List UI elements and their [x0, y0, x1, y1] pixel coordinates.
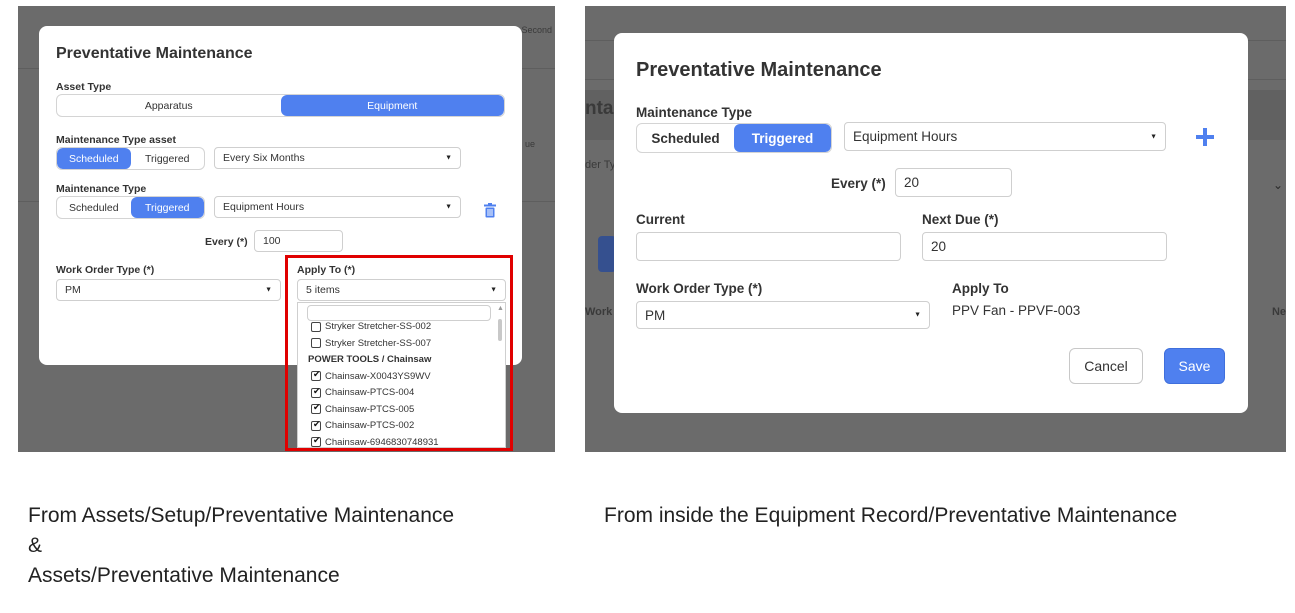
- background-text: der Ty: [585, 159, 616, 171]
- scheduled-option[interactable]: Scheduled: [637, 124, 734, 152]
- highlight-box: [285, 255, 513, 451]
- trigger-select-value: Equipment Hours: [223, 201, 305, 213]
- add-icon[interactable]: [1196, 128, 1214, 146]
- save-button[interactable]: Save: [1164, 348, 1225, 384]
- caret-down-icon: ▼: [1150, 133, 1157, 140]
- maintenance-type-label: Maintenance Type: [636, 105, 753, 120]
- caption-left-line1: From Assets/Setup/Preventative Maintenan…: [28, 504, 455, 527]
- maintenance-type-asset-toggle: Scheduled Triggered: [56, 147, 205, 170]
- every-label: Every (*): [205, 236, 248, 248]
- maintenance-type-toggle: Scheduled Triggered: [636, 123, 832, 153]
- caption-right: From inside the Equipment Record/Prevent…: [604, 504, 1178, 527]
- asset-type-toggle: Apparatus Equipment: [56, 94, 505, 117]
- caret-down-icon: ▼: [445, 203, 452, 211]
- work-order-type-select[interactable]: PM ▼: [636, 301, 930, 329]
- trigger-select[interactable]: Equipment Hours ▼: [214, 196, 461, 218]
- apply-to-value: PPV Fan - PPVF-003: [952, 303, 1081, 318]
- asset-type-equipment[interactable]: Equipment: [280, 95, 504, 116]
- triggered-option[interactable]: Triggered: [130, 197, 204, 218]
- background-text: Second: [521, 25, 552, 35]
- apply-to-label: Apply To: [952, 281, 1009, 296]
- current-input[interactable]: [636, 232, 901, 261]
- current-label: Current: [636, 212, 685, 227]
- work-order-type-label: Work Order Type (*): [636, 281, 763, 296]
- caret-down-icon: ▼: [265, 286, 272, 294]
- screenshot-equipment-record: nta der Ty Work Ne ⌄ Preventative Mainte…: [585, 6, 1286, 452]
- triggered-option[interactable]: Triggered: [734, 124, 831, 152]
- background-text: ue: [524, 139, 535, 149]
- caret-down-icon: ▼: [445, 154, 452, 162]
- background-chevron-icon: ⌄: [1272, 178, 1283, 192]
- triggered-option[interactable]: Triggered: [131, 148, 205, 169]
- interval-select-value: Every Six Months: [223, 152, 305, 164]
- cancel-button[interactable]: Cancel: [1069, 348, 1143, 384]
- maintenance-type-label: Maintenance Type: [56, 183, 147, 195]
- caret-down-icon: ▼: [914, 311, 921, 319]
- every-input[interactable]: 100: [254, 230, 343, 252]
- background-text: nta: [585, 98, 614, 119]
- work-order-type-value: PM: [645, 307, 666, 323]
- scheduled-option[interactable]: Scheduled: [57, 148, 131, 169]
- every-input-value: 20: [904, 175, 920, 190]
- maintenance-type-asset-label: Maintenance Type asset: [56, 134, 177, 146]
- modal-title: Preventative Maintenance: [56, 45, 253, 62]
- next-due-input-value: 20: [931, 239, 947, 254]
- next-due-label: Next Due (*): [922, 212, 999, 227]
- every-input[interactable]: 20: [895, 168, 1012, 197]
- work-order-type-label: Work Order Type (*): [56, 264, 155, 276]
- screenshot-assets-setup: Second ue Preventative Maintenance Asset…: [18, 6, 555, 452]
- background-text: Work: [585, 306, 613, 318]
- trigger-select-value: Equipment Hours: [853, 129, 958, 144]
- every-input-value: 100: [263, 235, 281, 247]
- modal-title: Preventative Maintenance: [636, 59, 882, 81]
- background-text: Ne: [1271, 306, 1286, 318]
- interval-select[interactable]: Every Six Months ▼: [214, 147, 461, 169]
- scheduled-option[interactable]: Scheduled: [57, 197, 131, 218]
- next-due-input[interactable]: 20: [922, 232, 1167, 261]
- asset-type-label: Asset Type: [56, 81, 112, 93]
- work-order-type-value: PM: [65, 284, 81, 296]
- caption-left-line2: &: [28, 534, 43, 557]
- caption-left-line3: Assets/Preventative Maintenance: [28, 564, 340, 587]
- trash-icon[interactable]: [484, 203, 496, 218]
- every-label: Every (*): [831, 176, 886, 191]
- work-order-type-select[interactable]: PM ▼: [56, 279, 281, 301]
- maintenance-type-toggle: Scheduled Triggered: [56, 196, 205, 219]
- preventative-maintenance-modal: Preventative Maintenance Maintenance Typ…: [614, 33, 1248, 413]
- trigger-select[interactable]: Equipment Hours ▼: [844, 122, 1166, 151]
- asset-type-apparatus[interactable]: Apparatus: [57, 95, 281, 116]
